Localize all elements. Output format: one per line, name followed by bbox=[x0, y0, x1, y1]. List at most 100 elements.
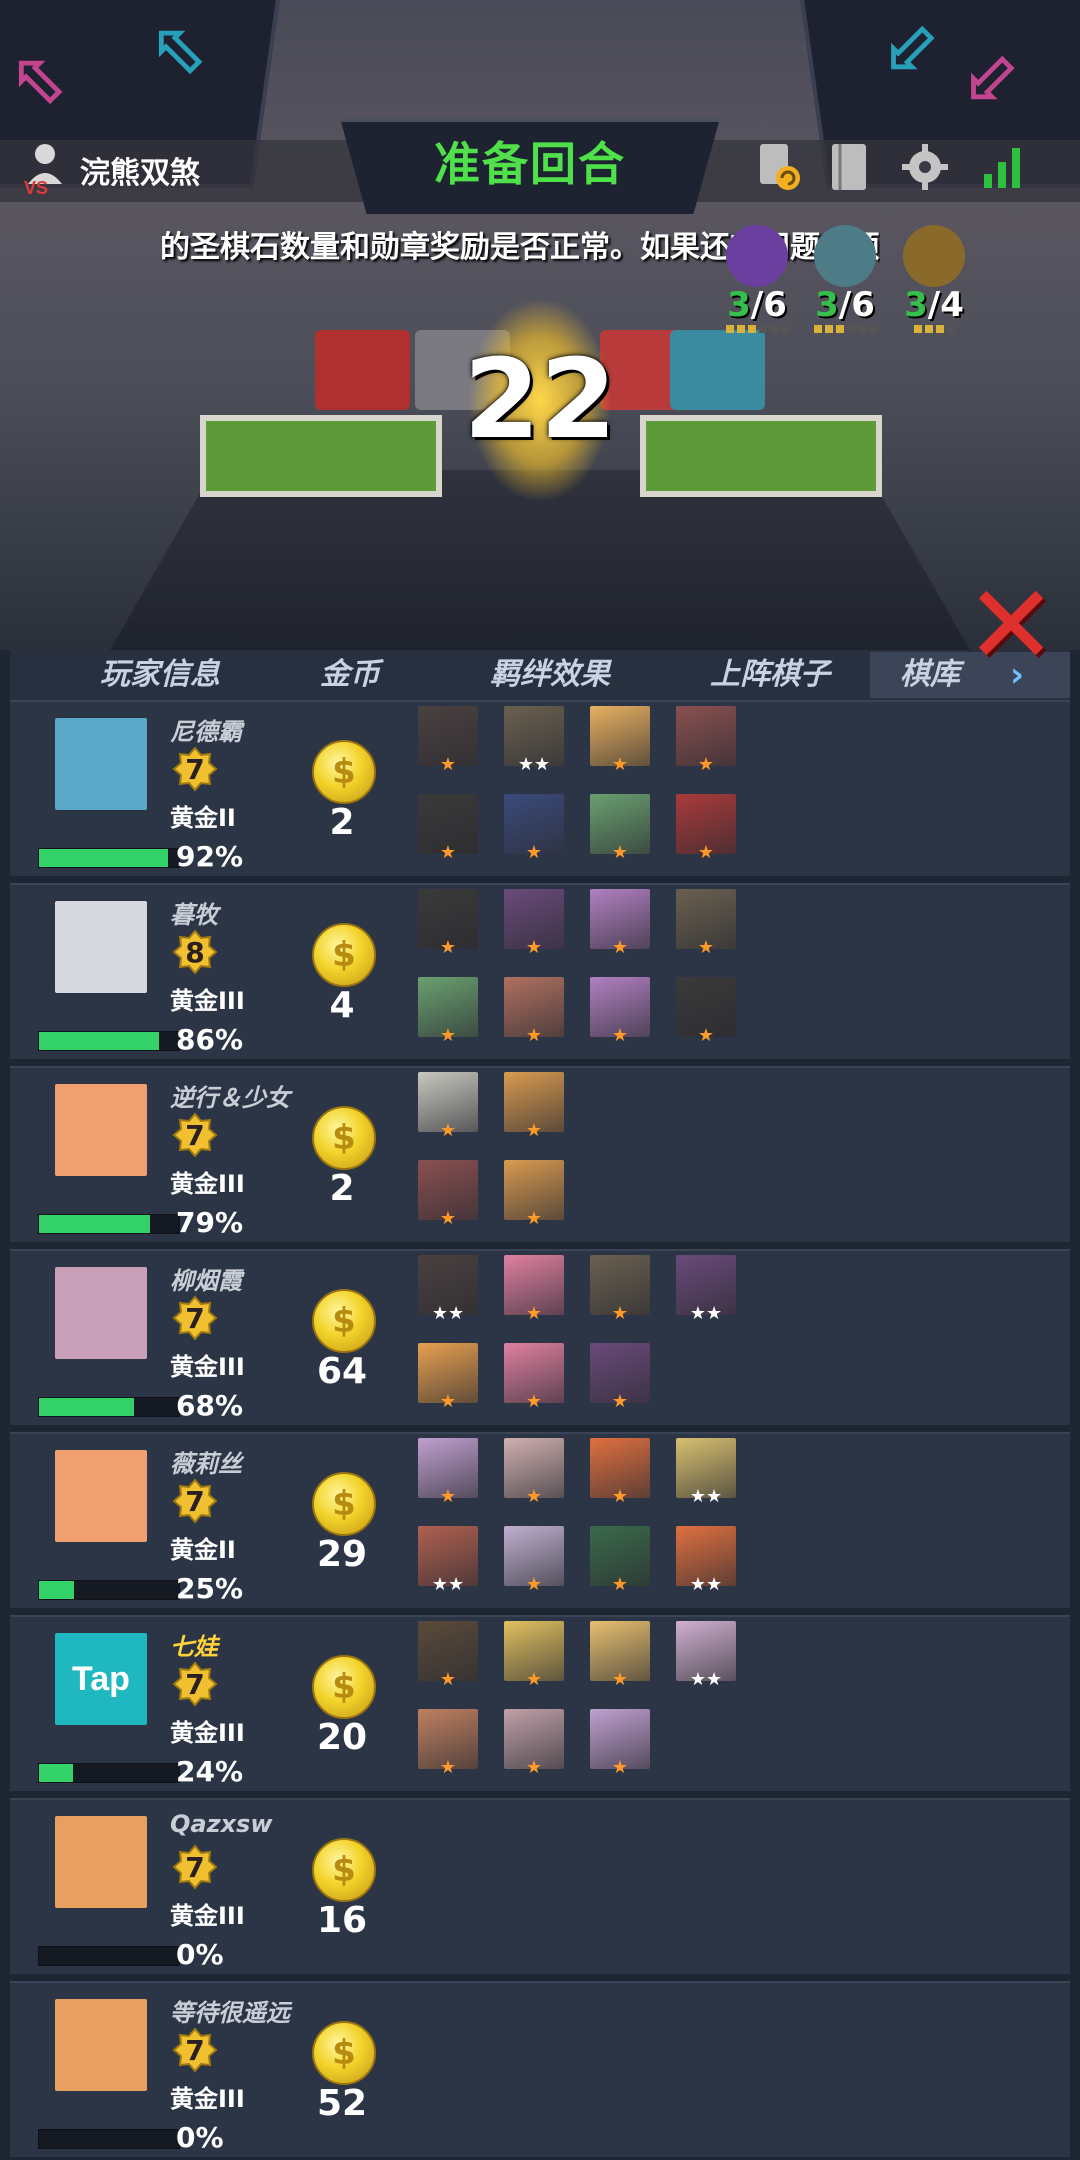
level-badge: 7 bbox=[172, 746, 218, 792]
tab-board[interactable]: 上阵棋子 bbox=[680, 650, 860, 700]
champion-unit[interactable]: ★ bbox=[590, 977, 650, 1045]
champion-unit[interactable]: ★★ bbox=[676, 1621, 736, 1689]
champion-unit[interactable]: ★ bbox=[590, 794, 650, 862]
player-name: 暮牧 bbox=[170, 901, 218, 929]
champion-unit[interactable]: ★★ bbox=[504, 706, 564, 774]
champion-unit[interactable]: ★ bbox=[504, 1255, 564, 1323]
champion-unit[interactable]: ★ bbox=[418, 1438, 478, 1506]
level-number: 7 bbox=[185, 1119, 205, 1152]
champion-unit[interactable]: ★ bbox=[418, 1621, 478, 1689]
trait-icon bbox=[903, 225, 965, 287]
champion-unit[interactable]: ★ bbox=[504, 1438, 564, 1506]
champion-unit[interactable]: ★ bbox=[504, 889, 564, 957]
gold-amount: 2 bbox=[329, 802, 355, 843]
health-bar-fill bbox=[39, 1764, 73, 1782]
champion-unit[interactable]: ★ bbox=[676, 706, 736, 774]
champion-unit[interactable]: ★ bbox=[590, 889, 650, 957]
champion-unit[interactable]: ★ bbox=[676, 977, 736, 1045]
champion-unit[interactable]: ★ bbox=[676, 889, 736, 957]
champion-unit[interactable]: ★ bbox=[504, 1709, 564, 1777]
health-bar bbox=[38, 1580, 180, 1600]
champion-unit[interactable]: ★ bbox=[418, 794, 478, 862]
trait-icon bbox=[814, 225, 876, 287]
champion-unit[interactable]: ★ bbox=[504, 1072, 564, 1140]
tab-gold[interactable]: 金币 bbox=[300, 650, 400, 700]
champion-unit[interactable]: ★ bbox=[504, 1343, 564, 1411]
coin-symbol: $ bbox=[332, 1667, 356, 1707]
coin-symbol: $ bbox=[332, 1484, 356, 1524]
champion-unit[interactable]: ★ bbox=[590, 1255, 650, 1323]
player-row[interactable]: Qazxsw 7 黄金III 0% $16 bbox=[10, 1798, 1070, 1974]
champion-unit[interactable]: ★ bbox=[504, 794, 564, 862]
champion-unit[interactable]: ★ bbox=[504, 1621, 564, 1689]
champion-unit[interactable]: ★ bbox=[676, 794, 736, 862]
tab-player-info[interactable]: 玩家信息 bbox=[70, 650, 250, 700]
champion-unit[interactable]: ★★ bbox=[676, 1438, 736, 1506]
champion-unit[interactable]: ★ bbox=[590, 1526, 650, 1594]
champion-unit[interactable]: ★ bbox=[590, 1438, 650, 1506]
tab-synergy[interactable]: 羁绊效果 bbox=[460, 650, 640, 700]
trait-icon bbox=[726, 225, 788, 287]
notebook-icon[interactable] bbox=[822, 140, 876, 194]
star-rating-icon: ★ bbox=[525, 1757, 543, 1778]
player-row[interactable]: 逆行＆少女 7 黄金III 79% $2 ★ ★ ★ ★ bbox=[10, 1066, 1070, 1242]
champion-unit[interactable]: ★ bbox=[590, 706, 650, 774]
rank-label: 黄金III bbox=[170, 1170, 245, 1198]
level-number: 8 bbox=[185, 936, 205, 969]
gold-amount: 4 bbox=[329, 985, 355, 1026]
player-avatar bbox=[55, 901, 147, 993]
champion-unit[interactable]: ★ bbox=[418, 1072, 478, 1140]
champion-unit[interactable]: ★★ bbox=[418, 1255, 478, 1323]
player-row[interactable]: 柳烟霞 7 黄金III 68% $64 ★★ ★ ★ ★★ ★ ★ ★ bbox=[10, 1249, 1070, 1425]
trait-counter[interactable]: 3/6 bbox=[722, 225, 792, 333]
champion-unit[interactable]: ★★ bbox=[676, 1526, 736, 1594]
star-rating-icon: ★★ bbox=[689, 1486, 723, 1507]
player-row[interactable]: 暮牧 8 黄金III 86% $4 ★ ★ ★ ★ ★ ★ ★ ★ bbox=[10, 883, 1070, 1059]
opponent-name: 浣熊双煞 bbox=[80, 156, 200, 191]
health-bar-fill bbox=[39, 849, 168, 867]
player-row[interactable]: Tap 七娃 7 黄金III 24% $20 ★ ★ ★ ★★ ★ ★ ★ bbox=[10, 1615, 1070, 1791]
star-rating-icon: ★ bbox=[525, 1120, 543, 1141]
gold-amount: 29 bbox=[316, 1534, 368, 1575]
settings-gear-icon[interactable] bbox=[898, 140, 952, 194]
champion-unit[interactable]: ★ bbox=[504, 1526, 564, 1594]
champion-unit[interactable]: ★ bbox=[590, 1621, 650, 1689]
player-row[interactable]: 尼德霸 7 黄金II 92% $2 ★ ★★ ★ ★ ★ ★ ★ ★ bbox=[10, 700, 1070, 876]
refresh-shop-icon[interactable] bbox=[752, 140, 806, 194]
close-icon[interactable]: ✕ bbox=[965, 570, 1057, 680]
champion-unit[interactable]: ★ bbox=[504, 1160, 564, 1228]
rank-label: 黄金III bbox=[170, 1902, 245, 1930]
player-name: Qazxsw bbox=[170, 1810, 273, 1838]
star-rating-icon: ★ bbox=[525, 937, 543, 958]
champion-unit[interactable]: ★ bbox=[418, 1160, 478, 1228]
star-rating-icon: ★★ bbox=[689, 1574, 723, 1595]
champion-unit[interactable]: ★★ bbox=[676, 1255, 736, 1323]
champion-unit[interactable]: ★★ bbox=[418, 1526, 478, 1594]
player-row[interactable]: 薇莉丝 7 黄金II 25% $29 ★ ★ ★ ★★ ★★ ★ ★ ★★ bbox=[10, 1432, 1070, 1608]
player-avatar bbox=[55, 1267, 147, 1359]
trait-counter[interactable]: 3/4 bbox=[899, 225, 969, 333]
champion-unit[interactable]: ★ bbox=[418, 977, 478, 1045]
champion-unit[interactable]: ★ bbox=[418, 1343, 478, 1411]
coin-symbol: $ bbox=[332, 2033, 356, 2073]
player-row[interactable]: 等待很遥远 7 黄金III 0% $52 bbox=[10, 1981, 1070, 2157]
star-rating-icon: ★ bbox=[697, 842, 715, 863]
champion-unit[interactable]: ★ bbox=[418, 1709, 478, 1777]
health-percent: 86% bbox=[176, 1023, 244, 1056]
champion-unit[interactable]: ★ bbox=[590, 1343, 650, 1411]
champion-unit[interactable]: ★ bbox=[590, 1709, 650, 1777]
star-rating-icon: ★ bbox=[439, 1391, 457, 1412]
champion-unit[interactable]: ★ bbox=[418, 889, 478, 957]
avatar-logo-text: Tap bbox=[72, 1660, 130, 1698]
star-rating-icon: ★ bbox=[611, 1025, 629, 1046]
gold-amount: 20 bbox=[316, 1717, 368, 1758]
trait-counter[interactable]: 3/6 bbox=[810, 225, 880, 333]
champion-unit[interactable]: ★ bbox=[504, 977, 564, 1045]
health-bar-fill bbox=[39, 1032, 160, 1050]
champion-unit[interactable]: ★ bbox=[418, 706, 478, 774]
rank-label: 黄金III bbox=[170, 1353, 245, 1381]
star-rating-icon: ★★ bbox=[517, 754, 551, 775]
rank-label: 黄金II bbox=[170, 804, 236, 832]
health-percent: 79% bbox=[176, 1206, 244, 1239]
coin-symbol: $ bbox=[332, 935, 356, 975]
